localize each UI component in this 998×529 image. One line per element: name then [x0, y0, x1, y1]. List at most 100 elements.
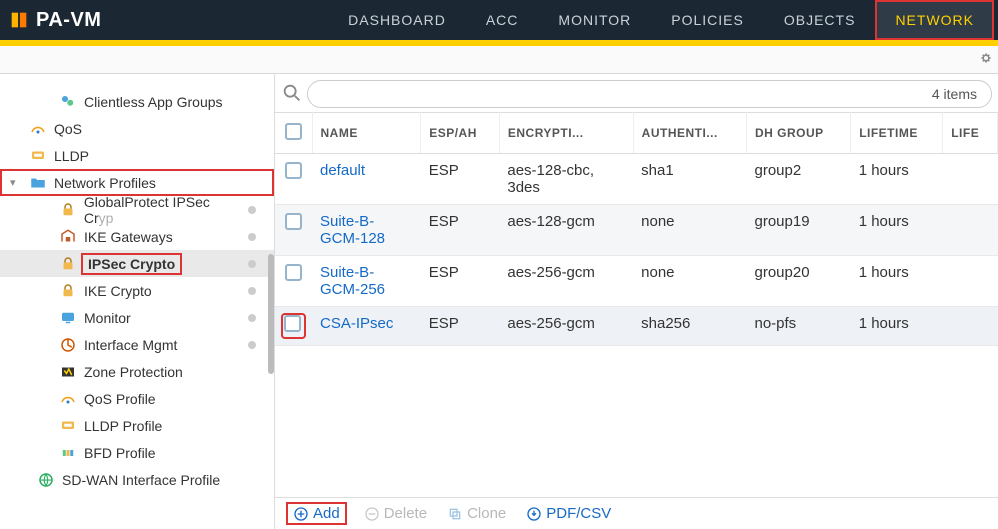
status-dot-icon	[248, 287, 256, 295]
sidebar-item-label: IPSec Crypto	[84, 256, 179, 272]
lldp-icon	[58, 416, 78, 436]
row-checkbox[interactable]	[285, 162, 302, 179]
status-dot-icon	[248, 260, 256, 268]
row-esp: ESP	[421, 154, 500, 205]
bfd-icon	[58, 443, 78, 463]
sidebar-item-globalprotect-ipsec-crypto[interactable]: GlobalProtect IPSec Cryp	[0, 196, 274, 223]
sidebar-item-interface-mgmt[interactable]: Interface Mgmt	[0, 331, 274, 358]
sidebar-item-bfd-profile[interactable]: BFD Profile	[0, 439, 274, 466]
select-all-checkbox[interactable]	[285, 123, 302, 140]
sidebar-item-network-profiles[interactable]: ▾Network Profiles	[0, 169, 274, 196]
status-dot-icon	[248, 233, 256, 241]
sidebar-scrollbar[interactable]	[268, 254, 274, 374]
table-row[interactable]: defaultESPaes-128-cbc, 3dessha1group21 h…	[275, 154, 998, 205]
column-header-name[interactable]: NAME	[312, 113, 421, 154]
column-header-encrypti[interactable]: ENCRYPTI...	[499, 113, 633, 154]
tab-acc[interactable]: ACC	[466, 0, 539, 40]
row-life: 1 hours	[851, 154, 943, 205]
status-dot-icon	[248, 314, 256, 322]
search-input[interactable]: 4 items	[307, 80, 992, 108]
qos-icon	[58, 389, 78, 409]
lldp-icon	[28, 146, 48, 166]
row-esp: ESP	[421, 256, 500, 307]
search-icon[interactable]	[281, 82, 303, 107]
table-row[interactable]: Suite-B-GCM-256 ESPaes-256-gcmnonegroup20…	[275, 256, 998, 307]
content: 4 items NAMEESP/AHENCRYPTI...AUTHENTI...…	[275, 74, 998, 529]
sidebar-item-label: IKE Gateways	[84, 229, 173, 245]
grid-count: 4 items	[932, 86, 977, 102]
lock-icon	[58, 254, 78, 274]
sidebar-item-sd-wan-interface-profile[interactable]: SD-WAN Interface Profile	[0, 466, 274, 493]
row-auth: none	[633, 256, 746, 307]
chevron-down-icon: ▾	[10, 176, 22, 189]
column-header-checkbox[interactable]	[275, 113, 312, 154]
tab-network[interactable]: NETWORK	[875, 0, 994, 40]
add-button[interactable]: Add	[289, 505, 344, 522]
export-button[interactable]: PDF/CSV	[526, 505, 611, 522]
row-life: 1 hours	[851, 307, 943, 346]
sub-bar	[0, 46, 998, 74]
row-name[interactable]: CSA-IPsec	[320, 315, 393, 332]
column-header-lifetime[interactable]: LIFETIME	[851, 113, 943, 154]
topbar: PA-VM DASHBOARDACCMONITORPOLICIESOBJECTS…	[0, 0, 998, 40]
row-checkbox[interactable]	[284, 315, 301, 332]
row-life: 1 hours	[851, 256, 943, 307]
groups-icon	[58, 92, 78, 112]
sidebar-item-clientless-app-groups[interactable]: Clientless App Groups	[0, 88, 274, 115]
table-row[interactable]: CSA-IPsecESPaes-256-gcmsha256no-pfs1 hou…	[275, 307, 998, 346]
sdwan-icon	[36, 470, 56, 490]
add-label: Add	[313, 505, 340, 522]
row-name[interactable]: Suite-B-GCM-128	[320, 213, 385, 247]
row-dh: group20	[746, 256, 850, 307]
tab-objects[interactable]: OBJECTS	[764, 0, 876, 40]
clone-label: Clone	[467, 505, 506, 522]
row-dh: group19	[746, 205, 850, 256]
tab-dashboard[interactable]: DASHBOARD	[328, 0, 466, 40]
sidebar-item-monitor[interactable]: Monitor	[0, 304, 274, 331]
row-checkbox[interactable]	[285, 213, 302, 230]
monitor-icon	[58, 308, 78, 328]
row-life2	[943, 154, 998, 205]
settings-icon[interactable]	[978, 50, 994, 69]
sidebar-item-ipsec-crypto[interactable]: IPSec Crypto	[0, 250, 274, 277]
sidebar-item-zone-protection[interactable]: Zone Protection	[0, 358, 274, 385]
column-header-espah[interactable]: ESP/AH	[421, 113, 500, 154]
tab-monitor[interactable]: MONITOR	[538, 0, 651, 40]
row-name[interactable]: default	[320, 162, 365, 179]
row-esp: ESP	[421, 307, 500, 346]
row-life: 1 hours	[851, 205, 943, 256]
column-header-life[interactable]: LIFE	[943, 113, 998, 154]
sidebar-item-label: SD-WAN Interface Profile	[62, 472, 220, 488]
gateway-icon	[58, 227, 78, 247]
lock-icon	[58, 200, 78, 220]
sidebar-item-qos-profile[interactable]: QoS Profile	[0, 385, 274, 412]
delete-label: Delete	[384, 505, 427, 522]
row-name[interactable]: Suite-B-GCM-256	[320, 264, 385, 298]
status-dot-icon	[248, 206, 256, 214]
clone-button[interactable]: Clone	[447, 505, 506, 522]
sidebar-item-lldp-profile[interactable]: LLDP Profile	[0, 412, 274, 439]
sidebar-item-label: IKE Crypto	[84, 283, 152, 299]
ifmgmt-icon	[58, 335, 78, 355]
sidebar-item-ike-crypto[interactable]: IKE Crypto	[0, 277, 274, 304]
row-enc: aes-256-gcm	[499, 256, 633, 307]
column-header-dhgroup[interactable]: DH GROUP	[746, 113, 850, 154]
sidebar-item-qos[interactable]: QoS	[0, 115, 274, 142]
table-row[interactable]: Suite-B-GCM-128ESPaes-128-gcmnonegroup19…	[275, 205, 998, 256]
column-header-authenti[interactable]: AUTHENTI...	[633, 113, 746, 154]
zone-icon	[58, 362, 78, 382]
row-auth: sha256	[633, 307, 746, 346]
delete-button[interactable]: Delete	[364, 505, 427, 522]
brand-logo-icon	[8, 9, 30, 31]
row-auth: sha1	[633, 154, 746, 205]
sidebar-item-lldp[interactable]: LLDP	[0, 142, 274, 169]
status-dot-icon	[248, 341, 256, 349]
row-auth: none	[633, 205, 746, 256]
sidebar-item-label: QoS	[54, 121, 82, 137]
nav-tabs: DASHBOARDACCMONITORPOLICIESOBJECTSNETWOR…	[328, 0, 994, 40]
tab-policies[interactable]: POLICIES	[651, 0, 764, 40]
row-enc: aes-128-gcm	[499, 205, 633, 256]
sidebar-item-label: Clientless App Groups	[84, 94, 223, 110]
sidebar-item-ike-gateways[interactable]: IKE Gateways	[0, 223, 274, 250]
row-checkbox[interactable]	[285, 264, 302, 281]
